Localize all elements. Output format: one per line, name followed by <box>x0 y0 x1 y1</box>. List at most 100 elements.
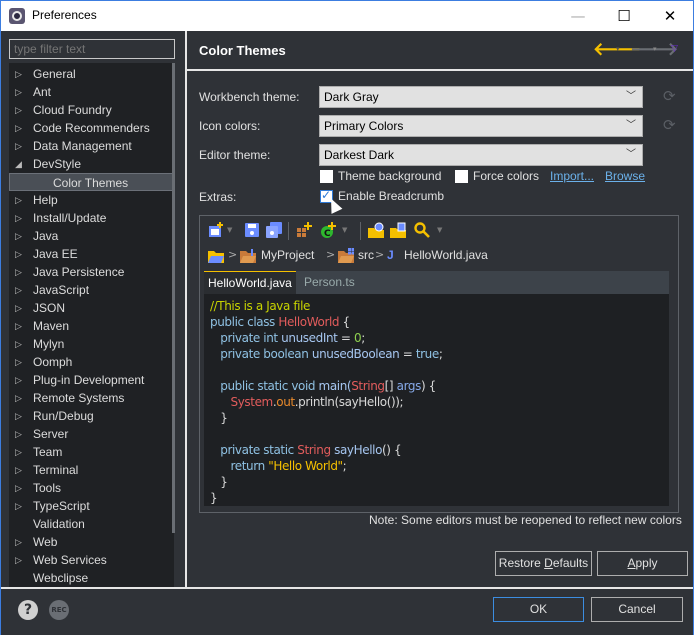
tree-item-general[interactable]: ▷ General <box>9 65 174 83</box>
tree-item-terminal[interactable]: ▷ Terminal <box>9 461 174 479</box>
tree-item-java-ee[interactable]: ▷ Java EE <box>9 245 174 263</box>
project-folder-icon[interactable] <box>240 248 256 264</box>
tree-item-install-update[interactable]: ▷ Install/Update <box>9 209 174 227</box>
minimize-button[interactable]: — <box>555 1 601 31</box>
workspace-folder-icon[interactable] <box>208 248 224 264</box>
tree-item-server[interactable]: ▷ Server <box>9 425 174 443</box>
search-icon[interactable] <box>414 222 430 238</box>
expand-icon[interactable]: ▷ <box>15 389 25 407</box>
expand-icon[interactable]: ▷ <box>15 371 25 389</box>
code-editor[interactable]: //This is a Java file public class HelloW… <box>204 294 669 506</box>
tree-scrollbar[interactable] <box>172 63 175 533</box>
tab-helloworld-java[interactable]: HelloWorld.java <box>204 271 296 294</box>
close-button[interactable]: ✕ <box>647 1 693 31</box>
browse-link[interactable]: Browse <box>605 169 645 183</box>
expand-icon[interactable]: ▷ <box>15 209 25 227</box>
app-icon <box>9 8 25 24</box>
tree-item-typescript[interactable]: ▷ TypeScript <box>9 497 174 515</box>
expand-icon[interactable]: ▷ <box>15 461 25 479</box>
tree-item-webclipse[interactable]: Webclipse <box>9 569 174 587</box>
restore-defaults-button[interactable]: Restore Defaults <box>495 551 592 576</box>
expand-icon[interactable]: ▷ <box>15 119 25 137</box>
expand-icon[interactable]: ▷ <box>15 245 25 263</box>
filter-input[interactable] <box>9 39 175 59</box>
tree-item-mylyn[interactable]: ▷ Mylyn <box>9 335 174 353</box>
tree-item-maven[interactable]: ▷ Maven <box>9 317 174 335</box>
cancel-button[interactable]: Cancel <box>591 597 683 622</box>
expand-icon[interactable]: ▷ <box>15 479 25 497</box>
expand-icon[interactable]: ▷ <box>15 191 25 209</box>
theme-background-label: Theme background <box>338 169 442 183</box>
expand-icon[interactable]: ▷ <box>15 83 25 101</box>
view-menu-icon[interactable]: ▽ <box>671 44 678 54</box>
tree-item-code-recommenders[interactable]: ▷ Code Recommenders <box>9 119 174 137</box>
expand-icon[interactable]: ▷ <box>15 425 25 443</box>
tree-item-devstyle[interactable]: ◢ DevStyle <box>9 155 174 173</box>
refresh-icon[interactable]: ⟳ <box>663 116 676 134</box>
expand-icon[interactable]: ▷ <box>15 317 25 335</box>
save-icon[interactable] <box>244 222 260 238</box>
expand-icon[interactable]: ▷ <box>15 137 25 155</box>
open-task-icon[interactable] <box>390 222 406 238</box>
tree-item-java[interactable]: ▷ Java <box>9 227 174 245</box>
force-colors-checkbox[interactable] <box>455 170 468 183</box>
tree-item-tools[interactable]: ▷ Tools <box>9 479 174 497</box>
expand-icon[interactable]: ▷ <box>15 281 25 299</box>
theme-background-checkbox[interactable] <box>320 170 333 183</box>
source-folder-icon[interactable] <box>338 248 354 264</box>
new-file-icon[interactable] <box>208 222 224 238</box>
record-icon[interactable]: REC <box>49 600 69 620</box>
tree-item-data-management[interactable]: ▷ Data Management <box>9 137 174 155</box>
expand-icon[interactable]: ▷ <box>15 299 25 317</box>
expand-icon[interactable]: ▷ <box>15 101 25 119</box>
tree-item-oomph[interactable]: ▷ Oomph <box>9 353 174 371</box>
breadcrumb-project[interactable]: MyProject <box>261 248 314 262</box>
expand-icon[interactable]: ▷ <box>15 407 25 425</box>
expand-icon[interactable]: ▷ <box>15 551 25 569</box>
tab-person-ts[interactable]: Person.ts <box>300 271 359 294</box>
tree-item-plug-in-development[interactable]: ▷ Plug-in Development <box>9 371 174 389</box>
apply-button[interactable]: Apply <box>597 551 688 576</box>
new-class-icon[interactable]: C <box>320 222 336 238</box>
new-package-icon[interactable] <box>296 222 312 238</box>
tree-item-json[interactable]: ▷ JSON <box>9 299 174 317</box>
tree-item-color-themes[interactable]: Color Themes <box>9 173 174 191</box>
save-all-icon[interactable] <box>266 222 282 238</box>
icon-colors-select[interactable]: Primary Colors ﹀ <box>319 115 643 137</box>
forward-dropdown-icon[interactable]: ▾ <box>653 45 657 53</box>
expand-icon[interactable]: ▷ <box>15 227 25 245</box>
expand-icon[interactable]: ▷ <box>15 533 25 551</box>
breadcrumb-folder[interactable]: src <box>358 248 374 262</box>
tree-item-team[interactable]: ▷ Team <box>9 443 174 461</box>
expand-icon[interactable]: ▷ <box>15 263 25 281</box>
open-type-icon[interactable] <box>368 222 384 238</box>
workbench-theme-select[interactable]: Dark Gray ﹀ <box>319 86 643 108</box>
new-dropdown-icon[interactable]: ▼ <box>227 226 232 234</box>
editor-theme-select[interactable]: Darkest Dark ﹀ <box>319 144 643 166</box>
collapse-icon[interactable]: ◢ <box>15 155 25 173</box>
refresh-icon[interactable]: ⟳ <box>663 87 676 105</box>
tree-item-java-persistence[interactable]: ▷ Java Persistence <box>9 263 174 281</box>
expand-icon[interactable]: ▷ <box>15 497 25 515</box>
ok-button[interactable]: OK <box>493 597 584 622</box>
expand-icon[interactable]: ▷ <box>15 65 25 83</box>
tree-item-javascript[interactable]: ▷ JavaScript <box>9 281 174 299</box>
tree-item-cloud-foundry[interactable]: ▷ Cloud Foundry <box>9 101 174 119</box>
expand-icon[interactable]: ▷ <box>15 353 25 371</box>
import-link[interactable]: Import... <box>550 169 594 183</box>
tree-item-web[interactable]: ▷ Web <box>9 533 174 551</box>
tree-item-help[interactable]: ▷ Help <box>9 191 174 209</box>
tree-item-run-debug[interactable]: ▷ Run/Debug <box>9 407 174 425</box>
help-icon[interactable]: ? <box>18 600 38 620</box>
breadcrumb-file[interactable]: HelloWorld.java <box>404 248 488 262</box>
back-dropdown-icon[interactable]: ▾ <box>616 45 620 53</box>
tree-item-remote-systems[interactable]: ▷ Remote Systems <box>9 389 174 407</box>
new-class-dropdown-icon[interactable]: ▼ <box>342 226 347 234</box>
tree-item-validation[interactable]: Validation <box>9 515 174 533</box>
expand-icon[interactable]: ▷ <box>15 335 25 353</box>
tree-item-web-services[interactable]: ▷ Web Services <box>9 551 174 569</box>
maximize-button[interactable]: ☐ <box>601 1 647 31</box>
search-dropdown-icon[interactable]: ▼ <box>437 226 442 234</box>
expand-icon[interactable]: ▷ <box>15 443 25 461</box>
tree-item-ant[interactable]: ▷ Ant <box>9 83 174 101</box>
